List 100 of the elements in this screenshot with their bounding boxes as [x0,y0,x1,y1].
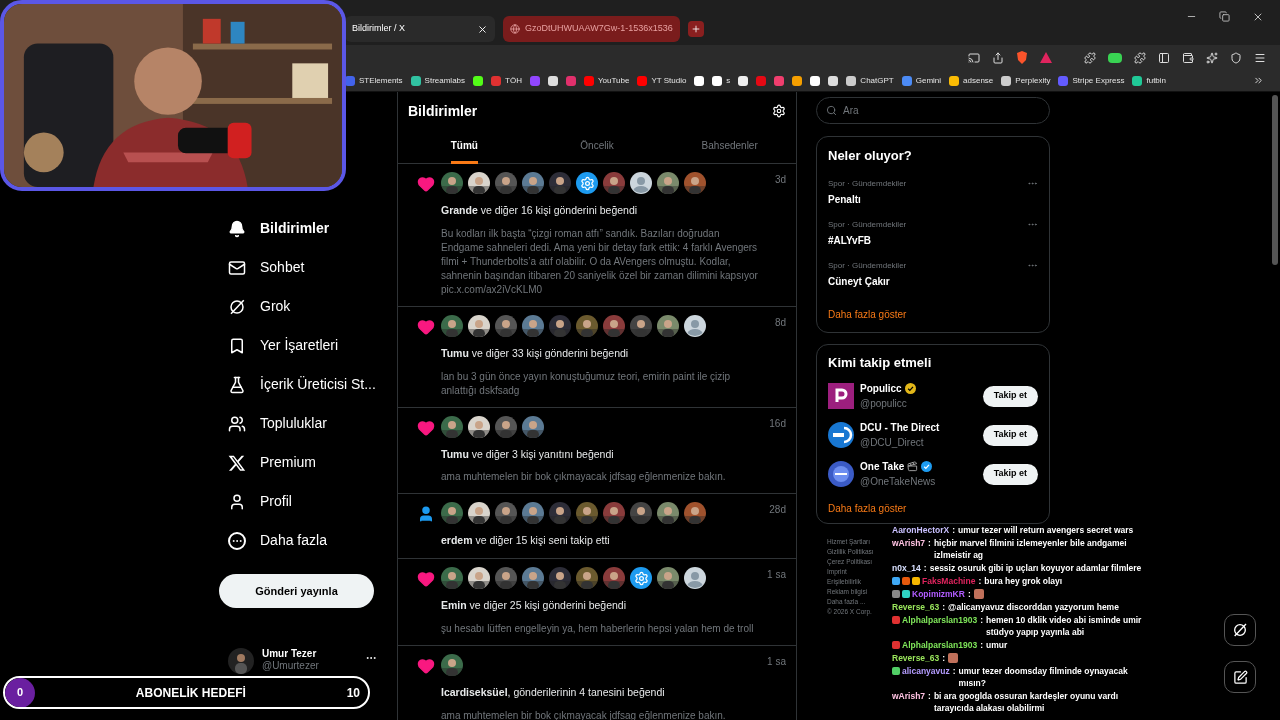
bookmark-favicon-icon[interactable] [949,75,960,86]
notification-summary: Emin ve diğer 25 kişi gönderini beğendi [441,598,628,613]
feed-tab[interactable]: Tümü [450,130,478,164]
settings-icon[interactable] [772,104,786,118]
chat-username: wArish7 [892,690,926,702]
feed-tab[interactable]: Bahsedenler [701,130,758,164]
bookmark-link[interactable]: STElements [359,74,403,87]
compose-icon [1232,669,1248,685]
person-icon [417,505,435,524]
post-button[interactable]: Gönderi yayınla [219,574,374,608]
bookmark-favicon-icon[interactable] [410,75,421,86]
bookmark-link[interactable]: Perplexity [1015,74,1051,87]
nav-item[interactable]: Grok [218,287,397,326]
heart-icon [417,175,435,193]
flask-icon [228,375,246,394]
bookmark-favicon-icon[interactable] [473,75,484,86]
bookmark-favicon-icon[interactable] [828,75,839,86]
clapperboard-icon [907,461,919,472]
nav-item[interactable]: Premium [218,443,397,482]
follow-button[interactable]: Takip et [982,463,1038,485]
bookmark-favicon-icon[interactable] [792,75,803,86]
bookmark-favicon-icon[interactable] [712,75,723,86]
account-handle: @OneTakeNews [860,475,937,489]
nav-item[interactable]: Profil [218,482,397,521]
chat-separator: : [942,652,946,664]
cast-icon[interactable] [968,51,980,64]
bookmark-link[interactable]: futbin [1146,74,1167,87]
bookmark-favicon-icon[interactable] [1001,75,1012,86]
scrollbar-thumb[interactable] [1272,95,1278,265]
follow-button[interactable]: Takip et [982,385,1038,407]
bookmark-link[interactable]: Gemini [915,74,942,87]
bookmark-link[interactable]: Stripe Express [1072,74,1125,87]
puzzle-icon[interactable] [1084,51,1096,64]
nav-item[interactable]: Sohbet [218,248,397,287]
logo-icon [828,383,854,409]
gear-icon [630,567,652,589]
bookmark-favicon-icon[interactable] [1132,75,1143,86]
sidebar-icon[interactable] [1158,51,1170,64]
post-excerpt: lan bu 3 gün önce yayın konuştuğumuz teori, emirin paint ile çizip anlattığı dskfsadg [441,369,732,398]
heart-icon [417,418,435,437]
nav-item[interactable]: Daha fazla [218,521,397,560]
menu-icon[interactable] [1254,51,1266,64]
timestamp: 28d [769,503,786,518]
trend-name[interactable]: Cüneyt Çakır [828,273,907,289]
chat-username: AaronHectorX [892,524,950,536]
bookmark-link[interactable]: adsense [963,74,994,87]
search-field[interactable]: Ara [816,97,1050,124]
nav-item[interactable]: İçerik Üreticisi St... [218,365,397,404]
bookmark-favicon-icon[interactable] [694,75,705,86]
bookmark-link[interactable]: ChatGPT [860,74,894,87]
share-icon[interactable] [992,51,1004,64]
bookmark-link[interactable]: YT Studio [651,74,687,87]
puzzle-icon[interactable] [1134,51,1146,64]
more-bookmarks-icon[interactable] [1253,75,1264,86]
wallet-icon[interactable] [1182,51,1194,64]
grok-icon [1232,622,1248,638]
people-icon [228,414,246,433]
bookmark-favicon-icon[interactable] [846,75,857,86]
plus-icon [690,24,701,34]
follow-button[interactable]: Takip et [982,424,1038,446]
grok-icon [228,297,246,316]
bookmark-link[interactable]: YouTube [597,74,630,87]
bookmark-link[interactable]: s [726,74,731,87]
post-excerpt: ama muhtemelen bir bok çıkmayacak jdfsag eğlenmenize bakın. [441,708,727,720]
triangle-icon[interactable] [1040,52,1052,63]
x-logo-icon [228,453,246,472]
card-title: Kimi takip etmeli [828,353,933,372]
show-more-link[interactable]: Daha fazla göster [828,306,1038,322]
new-tab-button[interactable] [687,21,704,37]
extension-icon[interactable] [1108,52,1122,63]
default-avatar-icon [684,314,706,337]
bookmark-favicon-icon[interactable] [547,75,558,86]
chat-badge-icon [892,641,900,649]
browser-tab[interactable]: GzoDtUHWUAAW7Gw-1-1536x1536 [503,16,680,42]
show-more-link[interactable]: Daha fazla göster [828,501,1038,516]
nav-item[interactable]: Yer İşaretleri [218,326,397,365]
gear-icon [576,172,598,194]
compose-button[interactable] [1224,661,1256,693]
bookmark-link[interactable]: TÖH [505,74,522,87]
trend-name[interactable]: #ALYvFB [828,232,907,248]
browser-tab[interactable]: Bildirimler / X [345,16,495,42]
chat-username: n0x_14 [892,562,921,574]
bookmark-link[interactable]: Streamlabs [424,74,466,87]
shield-icon[interactable] [1230,51,1242,64]
bookmark-favicon-icon[interactable] [810,75,821,86]
chat-text: bura hey grok olayı [984,575,1064,587]
account-name: Populicc [860,382,902,396]
feed-tab[interactable]: Öncelik [580,130,614,164]
sparkle-icon[interactable] [1206,51,1218,64]
nav-item[interactable]: Topluluklar [218,404,397,443]
chat-badge-icon [892,667,900,675]
verified-badge-icon [904,383,916,394]
timestamp: 1 sa [767,568,786,582]
bookmark-favicon-icon[interactable] [738,75,749,86]
account-name: One Take [860,460,905,474]
grok-button[interactable] [1224,614,1256,646]
logo-icon [828,422,854,448]
restore-icon[interactable] [1219,11,1230,22]
nav-item[interactable]: Bildirimler [218,209,397,248]
trend-name[interactable]: Penaltı [828,191,907,207]
